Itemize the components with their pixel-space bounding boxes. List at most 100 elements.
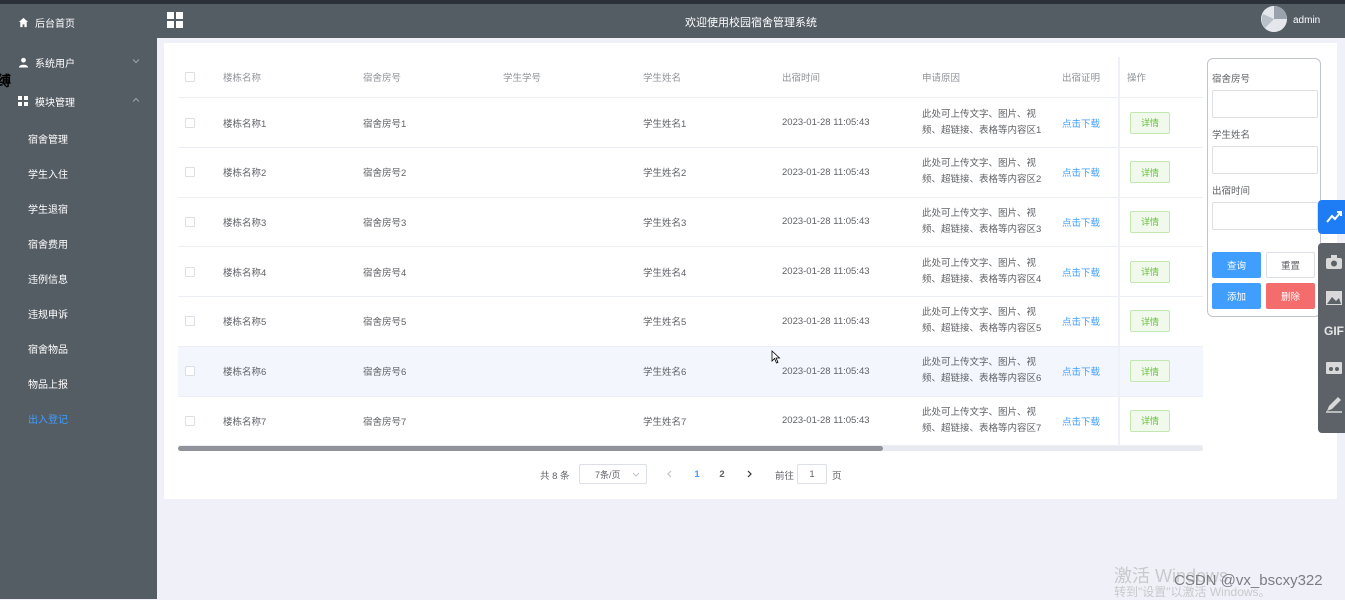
reset-button[interactable]: 重置	[1266, 252, 1315, 278]
reason-line: 频、超链接、表格等内容区4	[922, 273, 1042, 285]
prev-page-button[interactable]	[660, 464, 680, 484]
row-checkbox[interactable]	[185, 197, 195, 246]
time-cell: 2023-01-28 11:05:43	[782, 266, 870, 278]
sidebar-item-dorm-items[interactable]: 宿舍物品	[28, 336, 148, 360]
table-row: 楼栋名称7 宿舍房号7 学生姓名7 2023-01-28 11:05:43 此处可上传文…	[178, 396, 1203, 447]
column-header: 学生学号	[503, 73, 542, 84]
detail-button[interactable]: 详情	[1130, 310, 1170, 333]
download-link[interactable]: 点击下载	[1062, 148, 1100, 197]
download-link[interactable]: 点击下载	[1062, 197, 1100, 246]
row-checkbox[interactable]	[185, 148, 195, 197]
student-name-cell: 学生姓名3	[643, 217, 687, 229]
table-row: 楼栋名称5 宿舍房号5 学生姓名5 2023-01-28 11:05:43 此处可上传文…	[178, 297, 1203, 347]
download-link[interactable]: 点击下载	[1062, 396, 1100, 445]
building-cell: 楼栋名称5	[223, 317, 267, 329]
download-link[interactable]: 点击下载	[1062, 98, 1100, 147]
building-cell: 楼栋名称6	[223, 367, 267, 378]
page-size-select[interactable]: 7条/页	[579, 464, 647, 484]
reason-cell: 此处可上传文字、图片、视 频、超链接、表格等内容区5	[922, 297, 1041, 346]
chevron-down-icon	[632, 470, 640, 478]
download-link-label: 点击下载	[1062, 416, 1101, 428]
sidebar-item-student-checkout[interactable]: 学生退宿	[28, 196, 148, 220]
goto-label: 前往	[775, 471, 795, 482]
building-cell: 楼栋名称4	[223, 267, 267, 279]
row-checkbox[interactable]	[185, 297, 195, 346]
row-checkbox[interactable]	[185, 347, 195, 396]
action-cell: 详情	[1130, 297, 1170, 346]
reason-cell: 此处可上传文字、图片、视 频、超链接、表格等内容区1	[922, 98, 1041, 147]
page-button-2[interactable]: 2	[712, 464, 732, 484]
sidebar-item-appeals[interactable]: 违规申诉	[28, 301, 148, 325]
chevron-left-icon	[667, 470, 672, 478]
camera-icon[interactable]	[1324, 253, 1344, 271]
menu-item-system-users-label: 系统用户	[35, 58, 75, 70]
menu-item-module-mgmt[interactable]: 模块管理	[0, 86, 157, 116]
username[interactable]: admin	[1293, 15, 1320, 26]
horizontal-scrollbar-thumb[interactable]	[178, 446, 883, 451]
share-button[interactable]	[1318, 200, 1345, 234]
next-page-button[interactable]	[739, 464, 759, 484]
reason-line: 频、超链接、表格等内容区3	[922, 223, 1042, 235]
sidebar-item-violations[interactable]: 违例信息	[28, 266, 148, 290]
row-checkbox[interactable]	[185, 396, 195, 445]
menu-item-system-users[interactable]: 系统用户	[0, 47, 157, 77]
menu-item-home[interactable]: 后台首页	[0, 7, 157, 37]
download-link-label: 点击下载	[1062, 217, 1101, 229]
room-cell: 宿舍房号5	[363, 317, 407, 329]
room-filter-input[interactable]	[1212, 90, 1318, 118]
room-cell: 宿舍房号1	[363, 118, 407, 130]
building-cell: 楼栋名称7	[223, 416, 267, 428]
action-cell: 详情	[1130, 197, 1170, 246]
sidebar-item-dorm-mgmt[interactable]: 宿舍管理	[28, 126, 148, 150]
detail-button[interactable]: 详情	[1130, 409, 1170, 432]
detail-button[interactable]: 详情	[1130, 360, 1170, 382]
query-button[interactable]: 查询	[1212, 252, 1261, 278]
detail-button[interactable]: 详情	[1130, 210, 1170, 233]
column-header: 申请原因	[922, 73, 961, 84]
reason-line: 此处可上传文字、图片、视	[922, 307, 1037, 319]
pagination-total: 共 8 条	[540, 471, 570, 482]
building-cell: 楼栋名称3	[223, 217, 267, 229]
download-link-label: 点击下载	[1062, 168, 1101, 180]
pen-icon[interactable]	[1324, 395, 1344, 413]
reason-line: 此处可上传文字、图片、视	[922, 108, 1037, 120]
delete-button[interactable]: 删除	[1266, 283, 1315, 309]
sidebar-item-student-checkin[interactable]: 学生入住	[28, 161, 148, 185]
image-icon[interactable]	[1324, 289, 1344, 307]
avatar[interactable]	[1261, 6, 1287, 32]
sidebar-item-dorm-fees[interactable]: 宿舍费用	[28, 231, 148, 255]
detail-button[interactable]: 详情	[1130, 111, 1170, 134]
sidebar-item-entry-exit[interactable]: 出入登记	[28, 406, 148, 430]
detail-button[interactable]: 详情	[1130, 161, 1170, 184]
select-all-checkbox[interactable]	[185, 57, 195, 97]
capture-toolbar: GIF	[1318, 243, 1345, 433]
menu-item-module-mgmt-label: 模块管理	[35, 97, 75, 109]
time-filter-input[interactable]	[1212, 202, 1318, 230]
action-cell: 详情	[1130, 98, 1170, 147]
home-icon	[17, 16, 29, 28]
sidebar-item-item-report[interactable]: 物品上报	[28, 371, 148, 395]
download-link[interactable]: 点击下载	[1062, 347, 1100, 396]
name-filter-input[interactable]	[1212, 146, 1318, 174]
page-button-1[interactable]: 1	[687, 464, 707, 484]
download-link[interactable]: 点击下载	[1062, 247, 1100, 296]
video-icon[interactable]	[1324, 359, 1344, 377]
gif-icon[interactable]: GIF	[1324, 324, 1344, 338]
column-header: 操作	[1127, 73, 1147, 84]
time-cell: 2023-01-28 11:05:43	[782, 216, 870, 228]
top-header: 欢迎使用校园宿舍管理系统 admin	[157, 4, 1345, 38]
add-button[interactable]: 添加	[1212, 283, 1261, 309]
fixed-column-divider	[1118, 57, 1120, 447]
table-row: 楼栋名称2 宿舍房号2 学生姓名2 2023-01-28 11:05:43 此处可上传文…	[178, 148, 1203, 198]
column-header: 出宿时间	[782, 73, 821, 84]
time-cell: 2023-01-28 11:05:43	[782, 117, 870, 128]
reason-line: 此处可上传文字、图片、视	[922, 158, 1037, 170]
reason-cell: 此处可上传文字、图片、视 频、超链接、表格等内容区6	[922, 347, 1041, 396]
row-checkbox[interactable]	[185, 98, 195, 147]
download-link[interactable]: 点击下载	[1062, 297, 1100, 346]
row-checkbox[interactable]	[185, 247, 195, 296]
student-name-cell: 学生姓名7	[643, 416, 687, 428]
detail-button[interactable]: 详情	[1130, 260, 1170, 283]
menu-item-home-label: 后台首页	[35, 18, 75, 30]
goto-page-input[interactable]	[797, 464, 827, 484]
